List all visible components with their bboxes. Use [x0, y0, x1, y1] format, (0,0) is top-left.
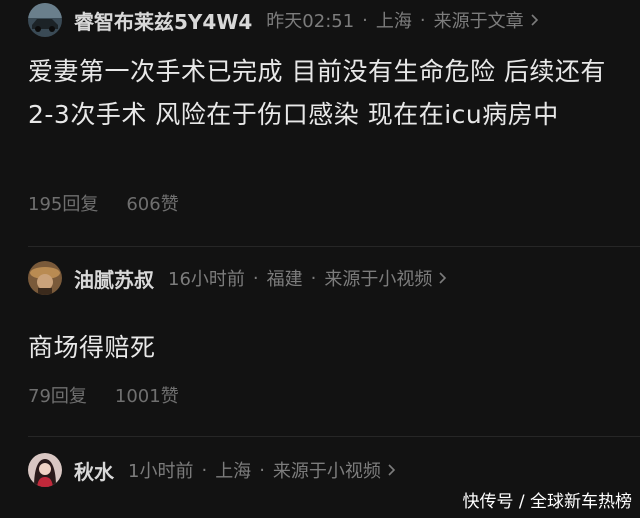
comment-text: 爱妻第一次手术已完成 目前没有生命危险 后续还有2-3次手术 风险在于伤口感染 … — [28, 57, 606, 129]
like-count-button[interactable]: 1001赞 — [115, 382, 179, 408]
user-avatar[interactable] — [28, 261, 62, 295]
comment-header: 油腻苏叔 16小时前 · 福建 · 来源于小视频 — [28, 258, 630, 298]
username[interactable]: 秋水 — [74, 456, 114, 485]
comment-source-link[interactable]: 来源于文章 — [434, 7, 524, 33]
user-avatar[interactable] — [28, 3, 62, 37]
comment-meta: 昨天02:51 · 上海 · 来源于文章 — [266, 7, 538, 33]
username[interactable]: 睿智布莱兹5Y4W4 — [74, 6, 252, 35]
comment-time: 1小时前 — [128, 461, 194, 482]
watermark: 快传号 / 全球新车热榜 — [462, 492, 632, 512]
chevron-right-icon[interactable] — [387, 463, 396, 477]
comment-location: 福建 — [266, 269, 303, 290]
meta-separator: · — [259, 459, 265, 481]
comment-divider — [28, 436, 640, 437]
chevron-right-icon[interactable] — [438, 271, 447, 285]
car-avatar-icon — [28, 3, 62, 37]
meta-separator: · — [252, 267, 259, 289]
chevron-right-icon[interactable] — [530, 13, 539, 27]
comment-header: 秋水 1小时前 · 上海 · 来源于小视频 — [28, 450, 630, 490]
comment-location: 上海 — [375, 11, 412, 32]
comment-time: 16小时前 — [168, 269, 245, 290]
user-avatar[interactable] — [28, 453, 62, 487]
comment-meta: 16小时前 · 福建 · 来源于小视频 — [168, 265, 447, 291]
person-hat-avatar-icon — [28, 261, 62, 295]
comment-location: 上海 — [215, 461, 252, 482]
comment-stats: 79回复 1001赞 — [28, 382, 179, 408]
meta-separator: · — [310, 267, 317, 289]
portrait-avatar-icon — [28, 453, 62, 487]
username[interactable]: 油腻苏叔 — [74, 264, 154, 293]
reply-count-button[interactable]: 79回复 — [28, 382, 87, 408]
like-count-button[interactable]: 606赞 — [126, 190, 178, 216]
comment-source-link[interactable]: 来源于小视频 — [273, 457, 381, 483]
comment-source-link[interactable]: 来源于小视频 — [324, 265, 432, 291]
meta-separator: · — [419, 9, 426, 31]
meta-separator: · — [201, 459, 208, 481]
comment-time: 昨天02:51 — [266, 11, 355, 32]
comment-text: 商场得赔死 — [28, 333, 156, 362]
comment-header: 睿智布莱兹5Y4W4 昨天02:51 · 上海 · 来源于文章 — [28, 0, 630, 40]
meta-separator: · — [362, 9, 368, 31]
reply-count-button[interactable]: 195回复 — [28, 190, 98, 216]
comment-divider — [28, 246, 640, 247]
comment-meta: 1小时前 · 上海 · 来源于小视频 — [128, 457, 396, 483]
comment-stats: 195回复 606赞 — [28, 190, 179, 216]
